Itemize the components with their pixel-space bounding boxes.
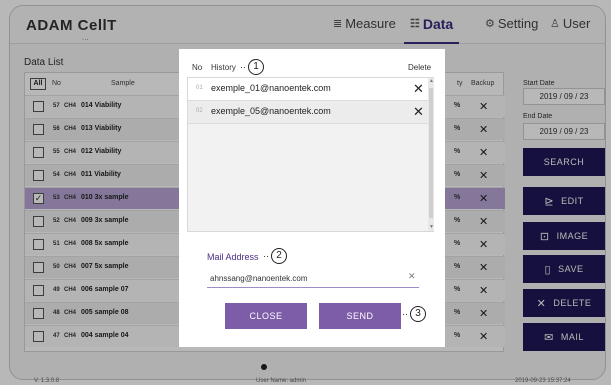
history-item[interactable]: 02 exemple_05@nanoentek.com ✕ [188,101,428,124]
history-email: exemple_05@nanoentek.com [211,106,331,116]
history-col-no: No [192,63,203,72]
callout-2: ·· 2 [263,248,287,264]
callout-3: ·· 3 [402,306,426,322]
history-list[interactable]: 01 exemple_01@nanoentek.com ✕ 02 exemple… [187,77,434,232]
scroll-up-icon[interactable]: ▲ [429,78,434,84]
history-item[interactable]: 01 exemple_01@nanoentek.com ✕ [188,78,428,101]
history-email: exemple_01@nanoentek.com [211,83,331,93]
mail-dialog: No History ·· 1 Delete 01 exemple_01@nan… [179,49,445,347]
history-col-title: History [211,63,236,72]
callout-number: 2 [271,248,287,264]
history-no: 01 [196,85,203,91]
history-no: 02 [196,108,203,114]
callout-number: 3 [410,306,426,322]
history-scrollbar[interactable] [428,78,434,231]
callout-leader: ·· [402,309,408,319]
callout-number: 1 [248,59,264,75]
scrollbar-thumb[interactable] [429,88,433,218]
send-button[interactable]: SEND [319,303,401,329]
delete-icon[interactable]: ✕ [413,81,424,97]
mail-address-label: Mail Address [207,252,259,262]
callout-1: ·· 1 [240,59,264,75]
clear-icon[interactable]: ✕ [408,271,416,282]
callout-leader: ·· [240,62,246,72]
callout-leader: ·· [263,251,269,261]
scroll-down-icon[interactable]: ▼ [429,224,434,230]
close-button[interactable]: CLOSE [225,303,307,329]
delete-icon[interactable]: ✕ [413,104,424,120]
mail-address-input[interactable] [207,270,419,288]
history-col-delete: Delete [408,63,432,72]
